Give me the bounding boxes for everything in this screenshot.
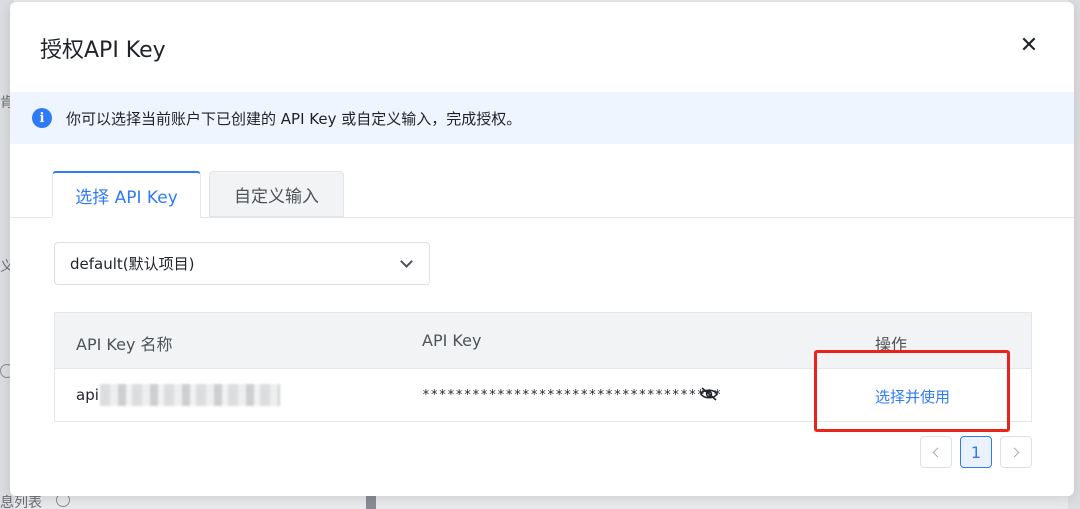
project-select-value: default(默认项目)	[70, 255, 195, 273]
chevron-down-icon	[400, 254, 413, 268]
pagination-prev-button[interactable]	[920, 436, 952, 468]
dialog-title: 授权API Key	[40, 38, 166, 63]
project-select[interactable]: default(默认项目)	[54, 242, 430, 285]
column-header-key: API Key	[422, 331, 482, 350]
info-icon: i	[32, 108, 52, 128]
chevron-left-icon	[932, 447, 943, 457]
pagination-next-button[interactable]	[1000, 436, 1032, 468]
tab-custom-input[interactable]: 自定义输入	[209, 171, 344, 217]
tab-select-api-key[interactable]: 选择 API Key	[52, 171, 201, 218]
highlight-annotation-box	[814, 350, 1010, 432]
info-banner: i 你可以选择当前账户下已创建的 API Key 或自定义输入，完成授权。	[10, 92, 1074, 144]
column-header-name: API Key 名称	[76, 335, 173, 354]
chevron-right-icon	[1009, 447, 1020, 457]
api-key-name: api	[76, 386, 99, 404]
pagination-page-current[interactable]: 1	[960, 436, 992, 468]
eye-off-icon[interactable]	[700, 387, 718, 401]
info-text: 你可以选择当前账户下已创建的 API Key 或自定义输入，完成授权。	[66, 109, 522, 128]
background-divider	[366, 494, 376, 509]
redacted-name-blur	[100, 384, 280, 406]
api-key-masked: ************************************	[422, 388, 722, 403]
close-icon[interactable]: ✕	[1016, 32, 1042, 58]
